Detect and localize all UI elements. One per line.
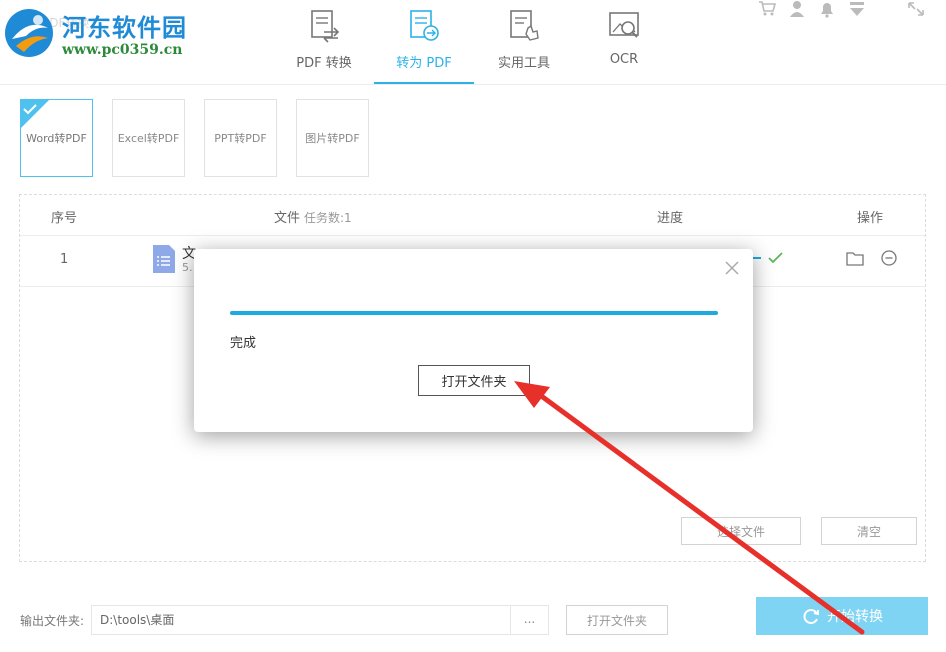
logo-mark-icon <box>5 9 53 57</box>
logo: 河东软件园 www.pc0359.cn <box>0 0 220 70</box>
cart-icon[interactable] <box>757 0 777 18</box>
browse-button[interactable]: ... <box>511 605 549 635</box>
user-icon[interactable] <box>787 0 807 18</box>
clear-button[interactable]: 清空 <box>821 517 917 545</box>
refresh-icon <box>803 609 819 624</box>
tab-ocr[interactable]: OCR <box>574 0 674 84</box>
dialog-open-folder-button[interactable]: 打开文件夹 <box>418 365 530 396</box>
subtab-excel-to-pdf[interactable]: Excel转PDF <box>112 99 185 177</box>
subtab-label: Word转PDF <box>26 132 87 145</box>
close-icon[interactable] <box>725 261 739 275</box>
start-convert-button[interactable]: 开始转换 <box>756 597 928 635</box>
header-progress: 进度 <box>657 211 684 226</box>
pdf-convert-icon <box>311 10 340 43</box>
select-files-button[interactable]: 选择文件 <box>681 517 801 545</box>
task-count: 任务数:1 <box>304 211 352 225</box>
check-icon <box>753 252 783 264</box>
header: PDF转换 河东软件园 www.pc0359.cn PDF 转换 转为 PDF … <box>0 0 946 85</box>
tab-tools[interactable]: 实用工具 <box>474 0 574 84</box>
dropdown-icon[interactable] <box>847 0 867 18</box>
output-path-field[interactable]: D:\tools\桌面 <box>91 605 511 635</box>
document-file-icon <box>153 245 175 273</box>
header-file-label: 文件 <box>274 211 301 226</box>
logo-url: www.pc0359.cn <box>62 42 183 58</box>
tab-label: 转为 PDF <box>396 56 452 71</box>
remove-icon[interactable] <box>880 249 898 267</box>
to-pdf-icon <box>410 10 439 41</box>
tools-icon <box>510 10 539 41</box>
tab-pdf-convert[interactable]: PDF 转换 <box>274 0 374 84</box>
subtab-label: PPT转PDF <box>214 132 267 145</box>
progress-fill <box>230 311 718 315</box>
file-size: 5. <box>182 261 193 274</box>
tab-label: PDF 转换 <box>296 56 352 71</box>
header-index: 序号 <box>51 211 78 226</box>
open-folder-button[interactable]: 打开文件夹 <box>566 605 668 635</box>
subtab-label: 图片转PDF <box>305 132 360 145</box>
output-folder-label: 输出文件夹: <box>20 614 85 628</box>
progress-bar <box>230 311 718 315</box>
check-corner-icon <box>20 99 50 129</box>
folder-icon[interactable] <box>846 250 864 266</box>
bell-icon[interactable] <box>817 0 837 18</box>
subtab-ppt-to-pdf[interactable]: PPT转PDF <box>204 99 277 177</box>
start-convert-label: 开始转换 <box>827 609 883 625</box>
tab-label: 实用工具 <box>497 56 550 71</box>
completion-dialog: 完成 打开文件夹 <box>194 249 753 432</box>
logo-title: 河东软件园 <box>62 13 187 42</box>
tab-to-pdf[interactable]: 转为 PDF <box>374 0 474 84</box>
header-file: 文件 任务数:1 <box>274 207 352 226</box>
ocr-icon <box>609 12 639 38</box>
subtab-label: Excel转PDF <box>117 132 180 145</box>
header-actions: 操作 <box>857 211 884 226</box>
tab-label: OCR <box>609 52 639 67</box>
subtab-image-to-pdf[interactable]: 图片转PDF <box>296 99 369 177</box>
maximize-icon[interactable] <box>906 0 926 18</box>
subtab-word-to-pdf[interactable]: Word转PDF <box>20 99 93 177</box>
row-index: 1 <box>60 252 69 267</box>
status-text: 完成 <box>230 336 257 351</box>
